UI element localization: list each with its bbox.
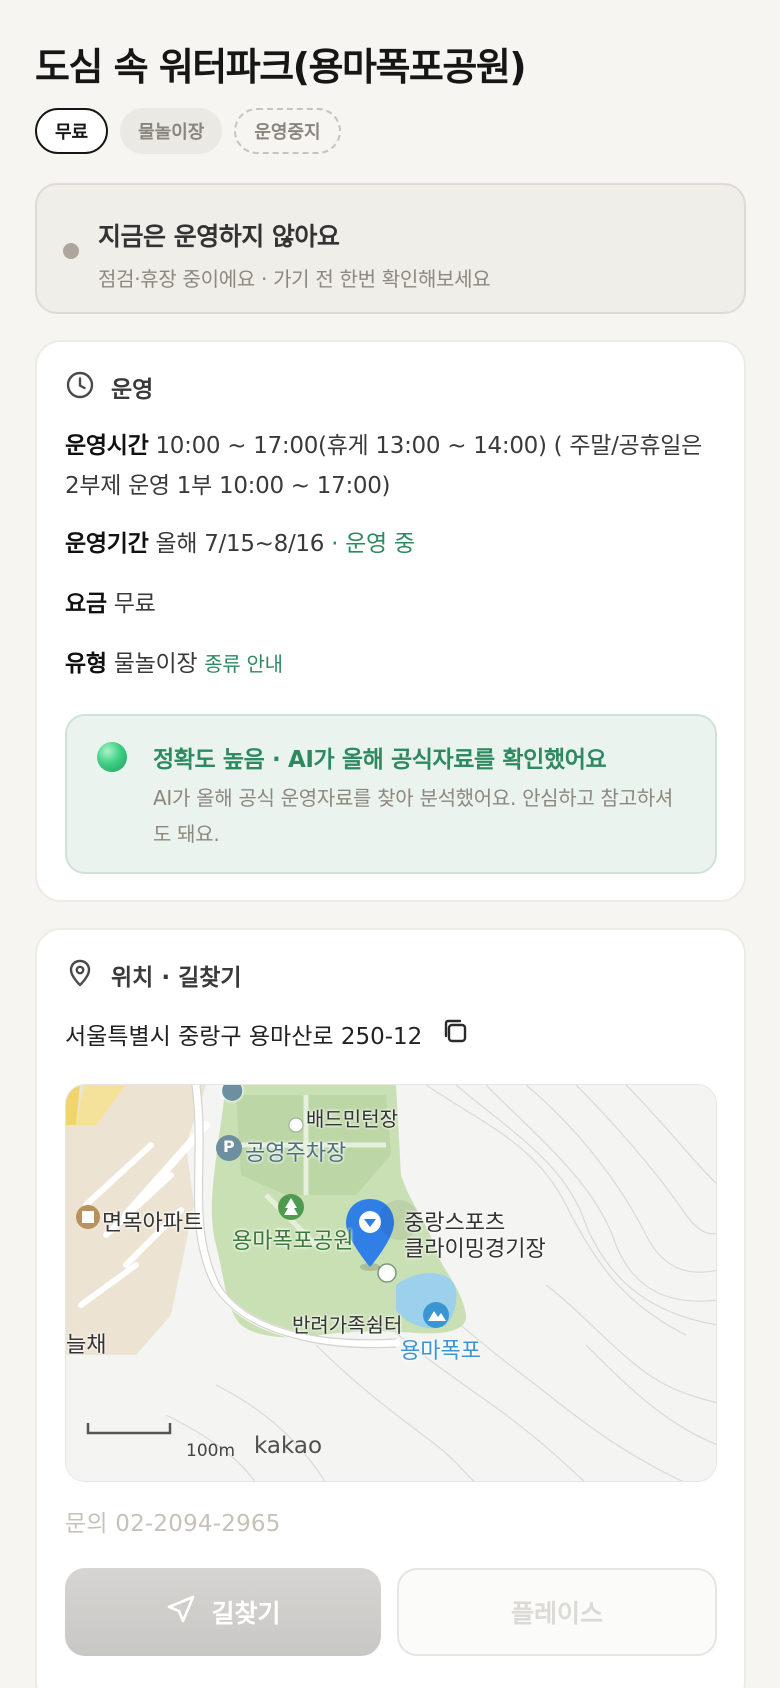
tag-free[interactable]: 무료 xyxy=(35,108,109,154)
hours-value: 10:00 ~ 17:00(휴게 13:00 ~ 14:00) ( 주말/공휴일… xyxy=(65,433,702,499)
map-brand-logo: kakao xyxy=(254,1433,323,1459)
operation-header: 운영 xyxy=(65,370,153,404)
ai-orb-icon xyxy=(97,742,127,772)
place-button-label: 플레이스 xyxy=(510,1599,603,1628)
ai-text: AI가 올해 공식 운영자료를 찾아 분석했어요. 안심하고 참고하셔도 돼요. xyxy=(153,786,673,846)
fee-label: 요금 xyxy=(65,591,107,617)
period-status: · 운영 중 xyxy=(331,531,415,557)
address-row: 서울특별시 중랑구 용마산로 250-12 xyxy=(65,1016,470,1052)
map-label-falls: 용마폭포 xyxy=(400,1339,481,1364)
address-text: 서울특별시 중랑구 용마산로 250-12 xyxy=(65,1024,423,1050)
contact-phone[interactable]: 문의 02-2094-2965 xyxy=(65,1504,281,1538)
ai-title: 정확도 높음 · AI가 올해 공식자료를 확인했어요 xyxy=(153,747,607,773)
route-button-label: 길찾기 xyxy=(211,1599,281,1628)
status-dot-icon xyxy=(63,243,79,259)
map-label-badminton: 배드민턴장 xyxy=(306,1107,398,1131)
operation-card: 운영 운영시간 10:00 ~ 17:00(휴게 13:00 ~ 14:00) … xyxy=(35,340,746,902)
tag-closed[interactable]: 운영중지 xyxy=(234,108,341,154)
type-label: 유형 xyxy=(65,651,107,677)
type-row: 유형 물놀이장 종류 안내 xyxy=(65,644,715,684)
map-scale-label: 100m xyxy=(186,1441,236,1461)
location-title: 위치 · 길찾기 xyxy=(111,965,242,991)
status-title: 지금은 운영하지 않아요 xyxy=(98,222,340,251)
location-pin-icon xyxy=(65,958,95,992)
clock-icon xyxy=(65,370,95,404)
map-label-top: ⬤ xyxy=(221,1084,244,1101)
route-button[interactable]: 길찾기 xyxy=(65,1568,381,1656)
status-subtitle: 점검·휴장 중이에요 · 가기 전 한번 확인해보세요 xyxy=(98,267,491,291)
tag-water-play[interactable]: 물놀이장 xyxy=(120,108,223,154)
operation-title: 운영 xyxy=(111,377,154,403)
map-label-pet: 반려가족쉼터 xyxy=(292,1313,403,1337)
map-label-park: 용마폭포공원 xyxy=(232,1229,354,1254)
ai-accuracy-box: 정확도 높음 · AI가 올해 공식자료를 확인했어요 AI가 올해 공식 운영… xyxy=(65,714,717,874)
map-view[interactable]: ⬤ 배드민턴장 P 공영주차장 면목아파트 용마폭포공원 중랑스포츠 클라이밍경… xyxy=(65,1084,717,1482)
hours-label: 운영시간 xyxy=(65,433,149,459)
location-card: 위치 · 길찾기 서울특별시 중랑구 용마산로 250-12 ⬤ 배드민턴장 P… xyxy=(35,928,746,1688)
type-guide-link[interactable]: 종류 안내 xyxy=(204,652,283,676)
period-value: 올해 7/15~8/16 xyxy=(155,531,325,557)
navigation-arrow-icon xyxy=(165,1593,197,1631)
map-label-sports-2: 클라이밍경기장 xyxy=(404,1237,546,1262)
map-graphic xyxy=(66,1085,716,1481)
period-row: 운영기간 올해 7/15~8/16 · 운영 중 xyxy=(65,524,715,564)
status-card: 지금은 운영하지 않아요 점검·휴장 중이에요 · 가기 전 한번 확인해보세요 xyxy=(35,183,746,314)
period-label: 운영기간 xyxy=(65,531,149,557)
copy-icon[interactable] xyxy=(440,1016,470,1052)
fee-value: 무료 xyxy=(113,591,156,617)
tag-list: 무료 물놀이장 운영중지 xyxy=(35,108,341,154)
map-label-parking: 공영주차장 xyxy=(245,1141,347,1166)
location-header: 위치 · 길찾기 xyxy=(65,958,242,992)
action-buttons: 길찾기 플레이스 xyxy=(65,1568,717,1656)
map-label-left-edge: 늘채 xyxy=(66,1333,107,1358)
hours-row: 운영시간 10:00 ~ 17:00(휴게 13:00 ~ 14:00) ( 주… xyxy=(65,426,715,506)
type-value: 물놀이장 xyxy=(113,651,198,677)
page-title: 도심 속 워터파크(용마폭포공원) xyxy=(35,45,527,89)
map-label-apartment: 면목아파트 xyxy=(102,1211,204,1236)
fee-row: 요금 무료 xyxy=(65,584,715,624)
parking-badge: P xyxy=(223,1137,235,1156)
place-button[interactable]: 플레이스 xyxy=(397,1568,717,1656)
page: 도심 속 워터파크(용마폭포공원) 무료 물놀이장 운영중지 지금은 운영하지 … xyxy=(0,0,780,1688)
